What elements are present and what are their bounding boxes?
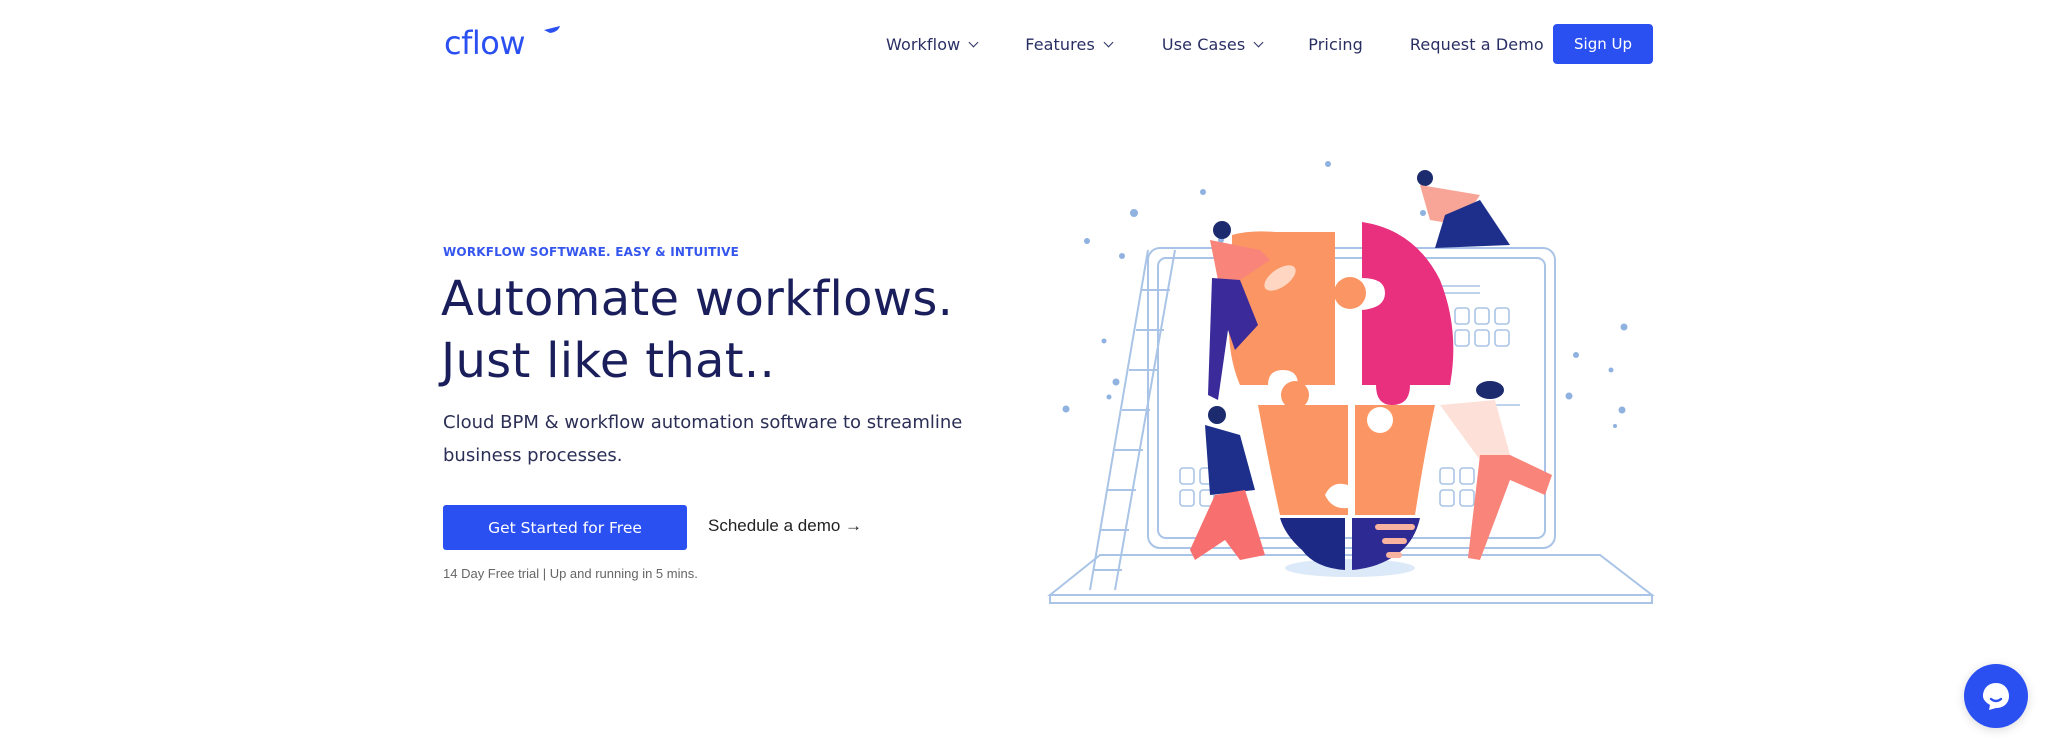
nav-request-demo[interactable]: Request a Demo [1410, 35, 1544, 54]
nav-request-demo-label: Request a Demo [1409, 34, 1544, 54]
puzzle-piece-pink [1362, 222, 1454, 405]
nav-features[interactable]: Features [1025, 34, 1114, 54]
person-on-top [1417, 170, 1510, 248]
cflow-logo[interactable]: cflow [444, 24, 562, 62]
top-navigation: cflow Workflow Features Use Cases Pricin… [0, 0, 2048, 90]
hero-headline: Automate workflows. Just like that.. [441, 268, 953, 392]
nav-features-label: Features [1025, 34, 1095, 54]
hero-subtext: Cloud BPM & workflow automation software… [443, 412, 963, 466]
hero-headline-line2: Just like that.. [441, 333, 776, 389]
nav-use-cases[interactable]: Use Cases [1161, 34, 1264, 54]
hero-illustration [1040, 150, 1660, 610]
person-right [1440, 381, 1552, 560]
nav-workflow-label: Workflow [886, 34, 961, 54]
nav-links: Workflow Features Use Cases Pricing Requ… [886, 24, 1544, 64]
chat-widget-button[interactable] [1964, 664, 2028, 728]
get-started-button[interactable]: Get Started for Free [443, 505, 687, 550]
chevron-down-icon [968, 37, 979, 47]
chevron-down-icon [1253, 37, 1264, 47]
sign-up-button[interactable]: Sign Up [1553, 24, 1653, 64]
schedule-demo-link[interactable]: Schedule a demo → [708, 516, 862, 536]
nav-pricing[interactable]: Pricing [1308, 35, 1363, 54]
nav-pricing-label: Pricing [1308, 34, 1363, 54]
trial-note: 14 Day Free trial | Up and running in 5 … [443, 566, 698, 581]
lightbulb-puzzle-illustration [1047, 161, 1655, 604]
nav-workflow[interactable]: Workflow [886, 34, 979, 54]
cflow-logo-icon: cflow [444, 24, 560, 62]
chevron-down-icon [1103, 37, 1114, 47]
hero-eyebrow: WORKFLOW SOFTWARE. EASY & INTUITIVE [443, 245, 740, 259]
nav-use-cases-label: Use Cases [1161, 34, 1246, 54]
svg-text:cflow: cflow [444, 24, 525, 60]
hero-headline-line1: Automate workflows. [441, 271, 954, 327]
chat-bubble-icon [1983, 683, 2009, 710]
